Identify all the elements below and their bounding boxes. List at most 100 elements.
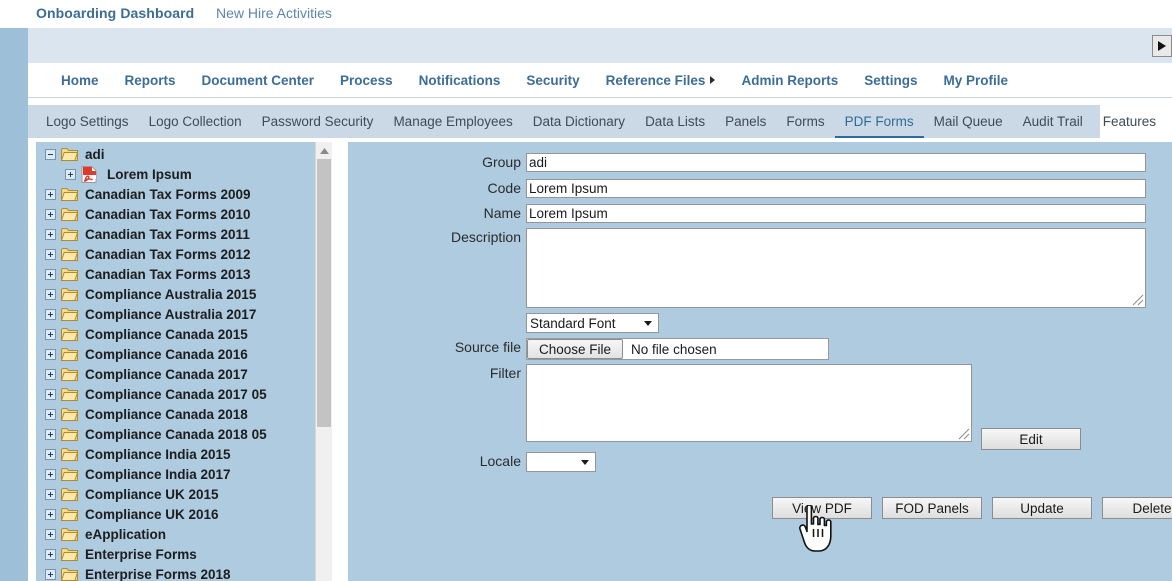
expand-icon[interactable]	[45, 448, 56, 460]
collapse-icon[interactable]	[45, 148, 56, 160]
tree-node[interactable]: Canadian Tax Forms 2013	[36, 264, 312, 284]
sub-tab-manage-employees[interactable]: Manage Employees	[383, 105, 522, 138]
expand-icon[interactable]	[45, 268, 56, 280]
tree-node[interactable]: eApplication	[36, 524, 312, 544]
tree-node[interactable]: Compliance Canada 2017	[36, 364, 312, 384]
scroll-right-button[interactable]	[1152, 35, 1172, 57]
nav-item-admin-reports[interactable]: Admin Reports	[728, 73, 851, 88]
nav-item-my-profile[interactable]: My Profile	[930, 73, 1021, 88]
sub-tab-logo-collection[interactable]: Logo Collection	[139, 105, 252, 138]
scroll-up-button[interactable]	[316, 142, 332, 158]
tree-node-label: Canadian Tax Forms 2011	[85, 226, 250, 242]
expand-icon[interactable]	[45, 508, 56, 520]
tree-node[interactable]: Canadian Tax Forms 2012	[36, 244, 312, 264]
nav-item-reports[interactable]: Reports	[112, 73, 189, 88]
nav-item-settings[interactable]: Settings	[851, 73, 930, 88]
tree-node[interactable]: Compliance Australia 2017	[36, 304, 312, 324]
banner-strip	[28, 28, 1172, 63]
sub-tab-data-lists[interactable]: Data Lists	[635, 105, 715, 138]
tree-node[interactable]: adi	[36, 144, 312, 164]
sub-tab-data-dictionary[interactable]: Data Dictionary	[523, 105, 635, 138]
nav-item-document-center[interactable]: Document Center	[189, 73, 328, 88]
tree-node-label: eApplication	[85, 526, 167, 542]
tree-node[interactable]: Compliance Canada 2018 05	[36, 424, 312, 444]
source-file-input[interactable]: Choose File No file chosen	[526, 338, 829, 360]
name-label: Name	[483, 205, 521, 221]
tree-node[interactable]: Canadian Tax Forms 2011	[36, 224, 312, 244]
folder-icon	[61, 487, 78, 501]
sub-tab-audit-trail[interactable]: Audit Trail	[1013, 105, 1093, 138]
nav-item-home[interactable]: Home	[48, 73, 112, 88]
nav-item-notifications[interactable]: Notifications	[406, 73, 514, 88]
edit-button[interactable]: Edit	[981, 428, 1081, 450]
title-bar: Onboarding Dashboard New Hire Activities	[0, 0, 1172, 28]
expand-icon[interactable]	[45, 528, 56, 540]
expand-icon[interactable]	[45, 348, 56, 360]
triangle-up-icon	[319, 142, 329, 159]
expand-icon[interactable]	[45, 188, 56, 200]
name-row: Name	[348, 204, 1146, 223]
locale-select[interactable]	[526, 452, 596, 472]
description-textarea[interactable]	[527, 229, 1145, 307]
expand-icon[interactable]	[45, 208, 56, 220]
scrollbar-thumb[interactable]	[317, 159, 331, 427]
expand-icon[interactable]	[45, 488, 56, 500]
tree-node[interactable]: Compliance India 2017	[36, 464, 312, 484]
tree-node[interactable]: Enterprise Forms 2018	[36, 564, 312, 581]
filter-textarea[interactable]	[527, 365, 971, 441]
expand-icon[interactable]	[45, 548, 56, 560]
folder-icon	[61, 327, 78, 341]
tree-node[interactable]: Lorem Ipsum	[36, 164, 312, 184]
folder-icon	[61, 307, 78, 321]
tree-node[interactable]: Compliance UK 2016	[36, 504, 312, 524]
expand-icon[interactable]	[45, 228, 56, 240]
tree-node[interactable]: Canadian Tax Forms 2010	[36, 204, 312, 224]
expand-icon[interactable]	[45, 408, 56, 420]
expand-icon[interactable]	[45, 388, 56, 400]
tree-node[interactable]: Compliance UK 2015	[36, 484, 312, 504]
expand-icon[interactable]	[45, 308, 56, 320]
nav-item-label: Home	[61, 72, 99, 88]
expand-icon[interactable]	[45, 568, 56, 580]
tree-scrollbar[interactable]	[315, 142, 332, 581]
expand-icon[interactable]	[65, 168, 76, 180]
tree-node[interactable]: Compliance India 2015	[36, 444, 312, 464]
fod-panels-button[interactable]: FOD Panels	[882, 497, 982, 519]
tree-node[interactable]: Compliance Canada 2015	[36, 324, 312, 344]
tree-node[interactable]: Enterprise Forms	[36, 544, 312, 564]
secondary-title[interactable]: New Hire Activities	[216, 5, 332, 21]
sub-tab-panels[interactable]: Panels	[715, 105, 776, 138]
font-select[interactable]: Standard Font	[526, 313, 659, 333]
code-row: Code	[348, 179, 1146, 198]
sub-tab-features[interactable]: Features	[1093, 105, 1166, 138]
tree-node[interactable]: Compliance Canada 2018	[36, 404, 312, 424]
view-pdf-button[interactable]: View PDF	[772, 497, 872, 519]
expand-icon[interactable]	[45, 368, 56, 380]
expand-icon[interactable]	[45, 328, 56, 340]
sub-tab-mail-queue[interactable]: Mail Queue	[924, 105, 1013, 138]
expand-icon[interactable]	[45, 468, 56, 480]
nav-item-reference-files[interactable]: Reference Files	[593, 73, 729, 88]
expand-icon[interactable]	[45, 428, 56, 440]
tree-node[interactable]: Compliance Canada 2017 05	[36, 384, 312, 404]
code-input[interactable]	[526, 179, 1146, 198]
expand-icon[interactable]	[45, 248, 56, 260]
description-label: Description	[450, 229, 521, 245]
sub-tab-logo-settings[interactable]: Logo Settings	[36, 105, 139, 138]
nav-item-process[interactable]: Process	[327, 73, 406, 88]
sub-tab-forms[interactable]: Forms	[776, 105, 834, 138]
group-input[interactable]	[526, 153, 1146, 172]
sub-tab-password-security[interactable]: Password Security	[252, 105, 384, 138]
delete-button[interactable]: Delete	[1102, 497, 1172, 519]
nav-item-security[interactable]: Security	[513, 73, 592, 88]
expand-icon[interactable]	[45, 288, 56, 300]
sub-tab-pdf-forms[interactable]: PDF Forms	[834, 105, 924, 138]
name-input[interactable]	[526, 204, 1146, 223]
tree-node-label: Compliance India 2015	[85, 446, 231, 462]
update-button[interactable]: Update	[992, 497, 1092, 519]
choose-file-button[interactable]: Choose File	[527, 339, 624, 359]
tree-node[interactable]: Canadian Tax Forms 2009	[36, 184, 312, 204]
filter-row: Filter Edit	[348, 364, 1081, 450]
tree-node[interactable]: Compliance Australia 2015	[36, 284, 312, 304]
tree-node[interactable]: Compliance Canada 2016	[36, 344, 312, 364]
